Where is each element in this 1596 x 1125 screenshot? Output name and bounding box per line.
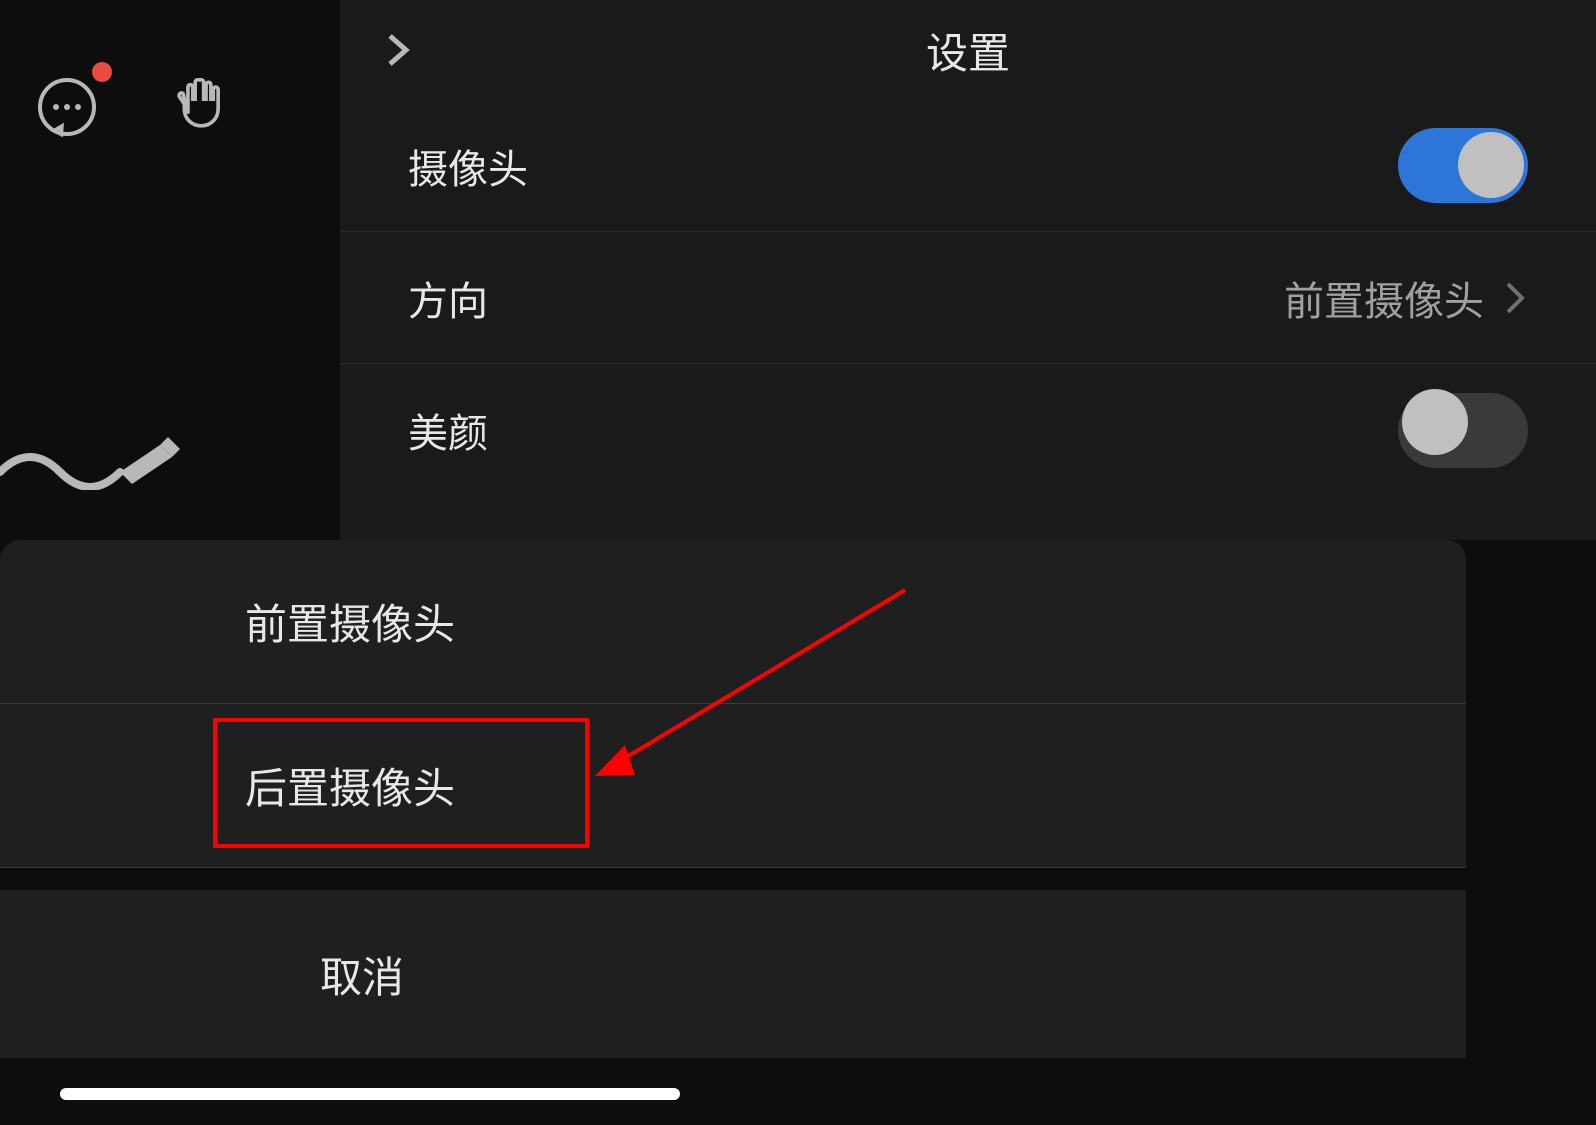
- chat-icon: [38, 78, 96, 136]
- direction-label: 方向: [408, 269, 488, 327]
- direction-setting-row[interactable]: 方向 前置摄像头: [340, 232, 1596, 364]
- settings-panel: 设置 摄像头 方向 前置摄像头 美颜: [340, 0, 1596, 540]
- sidebar: [0, 0, 340, 540]
- cancel-button[interactable]: 取消: [0, 890, 1466, 1058]
- beauty-label: 美颜: [408, 401, 488, 459]
- draw-button[interactable]: [0, 430, 180, 490]
- camera-label: 摄像头: [408, 137, 528, 195]
- chevron-right-icon: [378, 30, 418, 70]
- settings-header: 设置: [340, 0, 1596, 100]
- home-indicator[interactable]: [60, 1088, 680, 1100]
- chevron-right-icon: [1504, 280, 1528, 316]
- rear-camera-option[interactable]: 后置摄像头: [0, 704, 1466, 868]
- back-button[interactable]: [378, 30, 418, 70]
- camera-setting-row: 摄像头: [340, 100, 1596, 232]
- raise-hand-button[interactable]: [171, 75, 229, 138]
- camera-direction-action-sheet: 前置摄像头 后置摄像头 取消: [0, 540, 1466, 1058]
- hand-icon: [171, 75, 229, 133]
- page-title: 设置: [926, 20, 1010, 81]
- beauty-toggle[interactable]: [1398, 393, 1528, 468]
- direction-value: 前置摄像头: [1284, 269, 1484, 327]
- pencil-icon: [0, 430, 180, 490]
- beauty-setting-row: 美颜: [340, 364, 1596, 496]
- camera-toggle[interactable]: [1398, 128, 1528, 203]
- notification-dot-icon: [92, 62, 112, 82]
- front-camera-option[interactable]: 前置摄像头: [0, 540, 1466, 704]
- chat-button[interactable]: [38, 78, 96, 136]
